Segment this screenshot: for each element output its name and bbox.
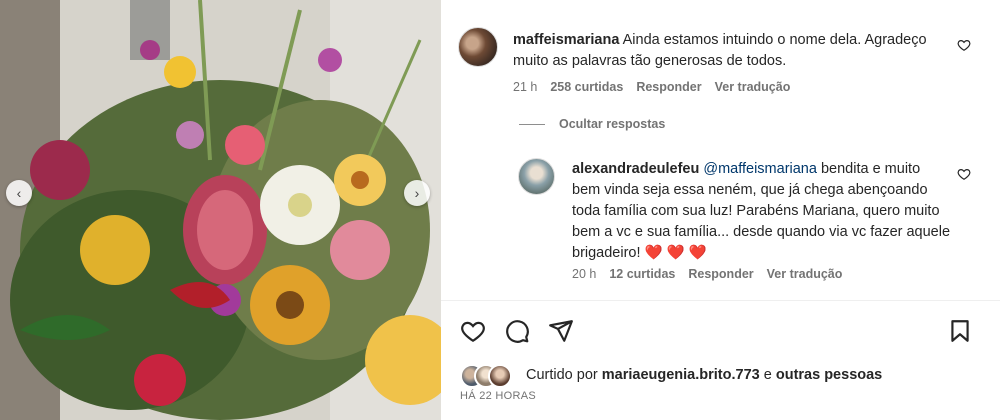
liked-by-middle: e	[763, 367, 772, 383]
post-timestamp[interactable]: HÁ 22 HORAS	[460, 390, 536, 402]
comment-bubble-icon[interactable]	[504, 318, 530, 344]
comment-body: maffeismariana Ainda estamos intuindo o …	[513, 30, 943, 72]
comment-username[interactable]: maffeismariana	[513, 32, 619, 48]
reply-button[interactable]: Responder	[636, 80, 701, 94]
comment-meta: 21 h 258 curtidas Responder Ver tradução	[513, 80, 790, 94]
comment-meta: 20 h 12 curtidas Responder Ver tradução	[572, 267, 842, 281]
share-paper-plane-icon[interactable]	[548, 318, 574, 344]
heart-icon[interactable]	[957, 38, 971, 52]
avatar[interactable]	[458, 27, 498, 67]
liked-by-others[interactable]: outras pessoas	[776, 367, 882, 383]
like-heart-icon[interactable]	[460, 318, 486, 344]
liked-by-row: Curtido por mariaeugenia.brito.773 e out…	[460, 364, 882, 388]
translate-button[interactable]: Ver tradução	[767, 267, 843, 281]
post-image[interactable]: ‹ ›	[0, 0, 441, 420]
hide-replies-button[interactable]: Ocultar respostas	[519, 117, 665, 131]
comment-body: alexandradeulefeu @maffeismariana bendit…	[572, 159, 952, 264]
liked-by-prefix: Curtido por	[526, 367, 598, 383]
comments-panel: maffeismariana Ainda estamos intuindo o …	[441, 0, 1000, 420]
avatar	[488, 364, 512, 388]
hide-replies-label: Ocultar respostas	[559, 117, 666, 131]
flower-bouquet-illustration	[0, 0, 441, 420]
action-bar	[441, 318, 1000, 344]
comment-mention[interactable]: @maffeismariana	[703, 161, 817, 177]
comment-likes[interactable]: 258 curtidas	[550, 80, 623, 94]
comment-time: 21 h	[513, 80, 538, 94]
comment-likes[interactable]: 12 curtidas	[609, 267, 675, 281]
divider	[441, 300, 1000, 301]
chevron-right-icon: ›	[414, 185, 420, 201]
carousel-next-button[interactable]: ›	[404, 180, 430, 206]
chevron-left-icon: ‹	[16, 185, 22, 201]
translate-button[interactable]: Ver tradução	[715, 80, 791, 94]
bookmark-icon[interactable]	[947, 318, 973, 344]
instagram-post: ‹ › maffeismariana Ainda estamos intuind…	[0, 0, 1000, 420]
comment-username[interactable]: alexandradeulefeu	[572, 161, 699, 177]
comment-time: 20 h	[572, 267, 597, 281]
carousel-prev-button[interactable]: ‹	[6, 180, 32, 206]
heart-icon[interactable]	[957, 167, 971, 181]
liker-avatars[interactable]	[460, 364, 516, 388]
liked-by-user[interactable]: mariaeugenia.brito.773	[602, 367, 760, 383]
avatar[interactable]	[518, 158, 555, 195]
divider-line	[519, 123, 545, 125]
reply-button[interactable]: Responder	[688, 267, 753, 281]
